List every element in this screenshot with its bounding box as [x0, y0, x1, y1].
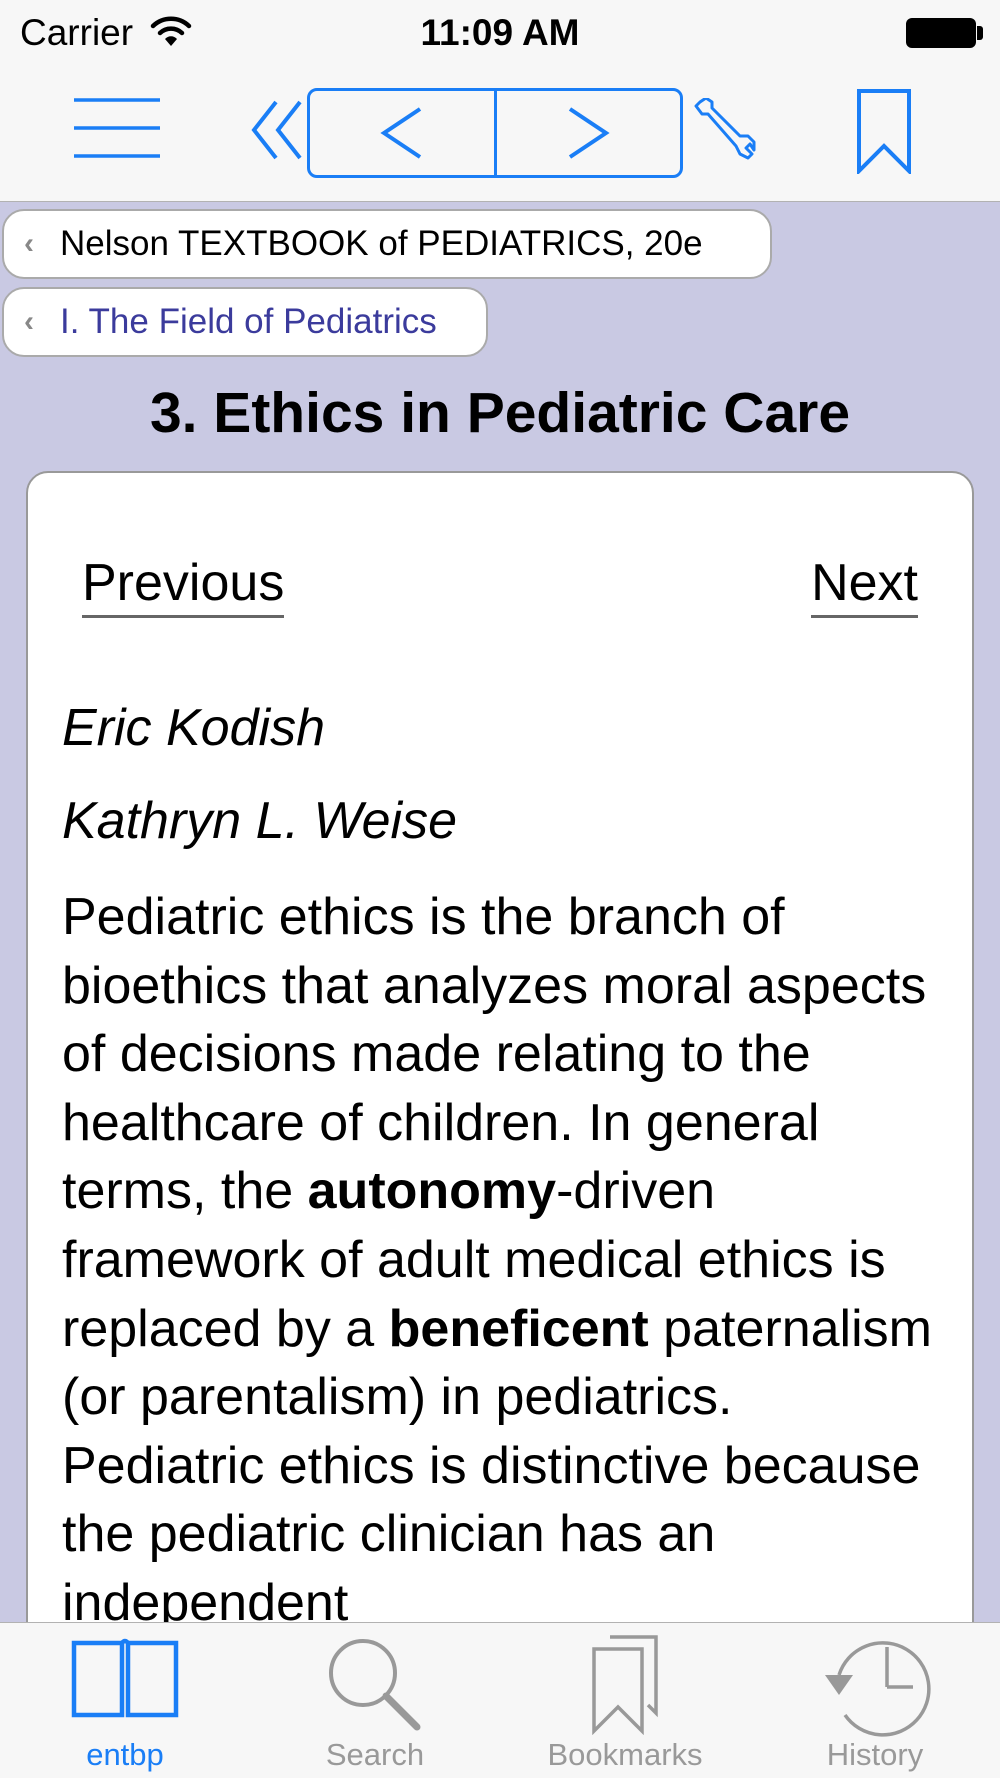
tab-history[interactable]: History — [750, 1623, 1000, 1778]
author: Eric Kodish — [62, 699, 325, 757]
tab-bookmarks[interactable]: Bookmarks — [500, 1623, 750, 1778]
battery-icon — [906, 18, 976, 48]
previous-page-button[interactable] — [310, 91, 494, 175]
tab-label: History — [826, 1737, 924, 1772]
next-page-button[interactable] — [493, 91, 681, 175]
previous-link[interactable]: Previous — [82, 554, 285, 619]
tab-label: entbp — [86, 1737, 164, 1772]
author: Kathryn L. Weise — [62, 792, 458, 850]
breadcrumb-part-label: I. The Field of Pediatrics — [60, 302, 437, 341]
status-bar: Carrier 11:09 AM — [0, 0, 1000, 68]
history-icon — [825, 1641, 931, 1737]
breadcrumb-book[interactable]: ‹ Nelson TEXTBOOK of PEDIATRICS, 20e — [2, 209, 772, 279]
body-term: autonomy — [307, 1162, 557, 1221]
tab-label: Bookmarks — [547, 1737, 703, 1772]
tab-search[interactable]: Search — [250, 1623, 500, 1778]
search-icon — [329, 1639, 421, 1731]
chapter-title: 3. Ethics in Pediatric Care — [149, 381, 851, 445]
status-time: 11:09 AM — [420, 12, 580, 53]
chevron-left-icon: ‹ — [24, 305, 34, 338]
prev-next-segmented-control — [307, 88, 683, 178]
book-icon — [71, 1638, 179, 1718]
bookmarks-icon — [592, 1635, 658, 1735]
bookmark-icon[interactable] — [856, 88, 912, 174]
battery-nub — [977, 26, 983, 40]
article-body: Pediatric ethics is the branch of bioeth… — [62, 883, 942, 1638]
wrench-icon[interactable] — [692, 98, 756, 162]
tab-entbp[interactable]: entbp — [0, 1623, 250, 1778]
toolbar — [0, 68, 1000, 202]
menu-icon[interactable] — [74, 96, 160, 160]
tab-bar: entbp Search Bookmarks History — [0, 1622, 1000, 1778]
chevron-right-icon — [569, 107, 610, 159]
content-card: Previous Next Eric Kodish Kathryn L. Wei… — [26, 471, 974, 1671]
breadcrumb-part[interactable]: ‹ I. The Field of Pediatrics — [2, 287, 488, 357]
next-link[interactable]: Next — [811, 554, 918, 619]
breadcrumb-book-label: Nelson TEXTBOOK of PEDIATRICS, 20e — [60, 224, 703, 263]
body-term: beneficent — [388, 1299, 649, 1358]
tab-label: Search — [325, 1737, 425, 1772]
double-chevron-left-icon[interactable] — [250, 98, 306, 162]
chevron-left-icon — [380, 107, 421, 159]
chevron-left-icon: ‹ — [24, 227, 34, 260]
